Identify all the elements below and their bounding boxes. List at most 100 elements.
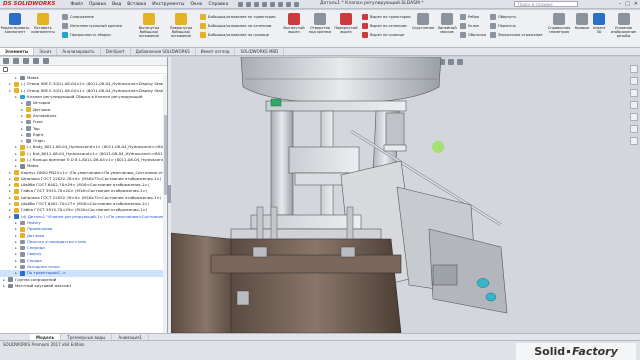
swept-cut-button[interactable]: Вырез по траектории [362,14,411,20]
expand-arrow-icon[interactable]: ▸ [8,182,12,188]
tree-item[interactable]: ▸ Гайка ГОСТ 5915-70<20> (М16<Состояние о… [0,188,164,194]
expand-arrow-icon[interactable]: ▸ [14,239,18,245]
forum-icon[interactable] [630,137,638,145]
property-manager-icon[interactable] [13,58,19,64]
close-icon[interactable]: ✕ [634,1,638,7]
tab-evaluate[interactable]: Анализировать [57,48,101,55]
help-search-input[interactable]: Поиск в справке [514,1,578,7]
custom-properties-icon[interactable] [630,125,638,133]
swept-boss-button[interactable]: Бобышка/основание по траектории [200,14,276,20]
expand-arrow-icon[interactable]: ▸ [8,207,12,213]
fillet-button[interactable]: Скругление [412,13,434,30]
rib-button[interactable]: Ребро [460,14,479,20]
expand-arrow-icon[interactable]: ▸ [8,81,12,87]
expand-arrow-icon[interactable]: ▸ [14,163,18,169]
expand-arrow-icon[interactable]: ▸ [14,270,18,276]
curves-button[interactable]: Кривые [574,13,590,30]
tab-features[interactable]: Элементы [0,48,35,55]
tree-item[interactable]: ▸ Шайба ГОСТ 6402-70<29> (М16<Состояние о… [0,182,164,188]
instant3d-button[interactable]: Instant 3D [591,13,607,34]
shell-button[interactable]: Оболочка [460,32,486,38]
expand-arrow-icon[interactable]: ▸ [8,188,12,194]
expand-arrow-icon[interactable]: ▸ [8,201,12,207]
transparency-button[interactable]: Прозрачность сборки [62,32,111,38]
tree-item[interactable]: ▸ (-) Body_8011-08-04_Hydroscand<1> (8011… [0,144,164,150]
select-icon[interactable] [278,1,284,7]
expand-arrow-icon[interactable]: ▸ [8,88,12,94]
tab-look[interactable]: Имеет взгляд [196,48,236,55]
expand-arrow-icon[interactable]: ▸ [14,151,18,157]
cosmetic-thread-button[interactable]: Условное изображение резьбы [609,13,638,38]
options-icon[interactable] [294,1,300,7]
reference-geometry-button[interactable]: Справочная геометрия [546,13,572,34]
mate-button[interactable]: Сопряжение [62,14,94,20]
tree-item[interactable]: ▸ Шпилька ГОСТ 22032-76<4> (М16х75<Состоя… [0,195,164,201]
save-icon[interactable] [254,1,260,7]
tree-item[interactable]: ▸ (-) Отвод 90E E.3(01)-08-04<1> (8011-08… [0,88,164,94]
linear-pattern-button[interactable]: Линейный массив [436,13,458,34]
lofted-boss-button[interactable]: Бобышка/основание по сечениям [200,23,271,29]
intersect-button[interactable]: Пересечь [490,23,516,29]
tree-scrollbar[interactable] [163,75,167,333]
dimxpert-icon[interactable] [33,58,39,64]
rebuild-icon[interactable] [286,1,292,7]
expand-arrow-icon[interactable]: ▸ [14,233,18,239]
extruded-cut-button[interactable]: Вытянутый вырез [282,13,306,34]
graphics-area[interactable] [171,57,640,333]
tab-sketch[interactable]: Эскиз [34,48,58,55]
insert-components-button[interactable]: Вставить компоненты [30,13,56,34]
revolved-boss-button[interactable]: Повернутая бобышка/основание [166,13,196,38]
expand-arrow-icon[interactable]: ▸ [20,113,24,119]
display-manager-icon[interactable] [43,58,49,64]
expand-arrow-icon[interactable]: ▸ [14,264,18,270]
tree-item[interactable]: ▸ Шайба ГОСТ 6402-70<27> (М16<Состояние о… [0,201,164,207]
tree-item[interactable]: ▸ Шпилька ГОСТ 22032-76<4> (М16х75<Состоя… [0,176,164,182]
smart-fasteners-button[interactable]: Интеллектуальный крепеж [62,23,122,29]
feature-tree-icon[interactable] [3,58,9,64]
expand-arrow-icon[interactable]: ▸ [14,258,18,264]
menu-tools[interactable]: Инструменты [152,2,184,7]
expand-arrow-icon[interactable]: ▸ [20,107,24,113]
expand-arrow-icon[interactable]: ▸ [2,277,6,283]
tree-item[interactable]: ▸ (d) Деталь1^Клапан регулирующий-1> (<По… [0,214,164,220]
expand-arrow-icon[interactable]: ▸ [14,157,18,163]
expand-arrow-icon[interactable]: ▸ [20,138,24,144]
undo-icon[interactable] [270,1,276,7]
expand-arrow-icon[interactable]: ▸ [8,214,12,220]
expand-arrow-icon[interactable]: ▸ [20,119,24,125]
draft-button[interactable]: Уклон [460,23,479,29]
open-file-icon[interactable] [246,1,252,7]
view-palette-icon[interactable] [630,101,638,109]
scrollbar-thumb[interactable] [163,115,167,195]
tab-addins[interactable]: Добавления SOLIDWORKS [131,48,196,55]
expand-arrow-icon[interactable]: ▸ [14,94,18,100]
tab-mbd[interactable]: SOLIDWORKS MBD [235,48,285,55]
expand-arrow-icon[interactable]: ▸ [14,75,18,81]
expand-arrow-icon[interactable]: ▸ [20,132,24,138]
maximize-icon[interactable]: □ [625,1,630,7]
solidworks-logo[interactable]: DS SOLIDWORKS [0,0,59,9]
boundary-boss-button[interactable]: Бобышка/основание по границе [200,32,269,38]
boundary-cut-button[interactable]: Вырез по границе [362,32,404,38]
edit-component-button[interactable]: Редактировать компонент [1,13,29,34]
tree-item[interactable]: ▸ Местный круговой массив1 [0,283,164,289]
tree-item[interactable]: ▸ (-) Отвод 90E E.3(01)-08-04<2> (8011-08… [0,81,164,87]
appearances-icon[interactable] [630,113,638,121]
print-icon[interactable] [262,1,268,7]
expand-arrow-icon[interactable]: ▸ [2,283,6,289]
minimize-icon[interactable]: – [619,1,622,7]
expand-arrow-icon[interactable]: ▸ [20,126,24,132]
expand-arrow-icon[interactable]: ▸ [20,100,24,106]
menu-window[interactable]: Окно [190,2,202,7]
expand-arrow-icon[interactable]: ▸ [14,251,18,257]
file-explorer-icon[interactable] [630,89,638,97]
menu-help[interactable]: Справка [208,2,228,7]
tree-item[interactable]: ▸ Корпус DN50 PN25<1> (По умолчанию<По ум… [0,169,164,175]
revolved-cut-button[interactable]: Повернутый вырез [334,13,358,34]
tab-dimxpert[interactable]: DimXpert [101,48,131,55]
resources-icon[interactable] [630,65,638,73]
menu-view[interactable]: Вид [112,2,121,7]
expand-arrow-icon[interactable]: ▸ [8,170,12,176]
expand-arrow-icon[interactable]: ▸ [14,245,18,251]
lofted-cut-button[interactable]: Вырез по сечениям [362,23,407,29]
